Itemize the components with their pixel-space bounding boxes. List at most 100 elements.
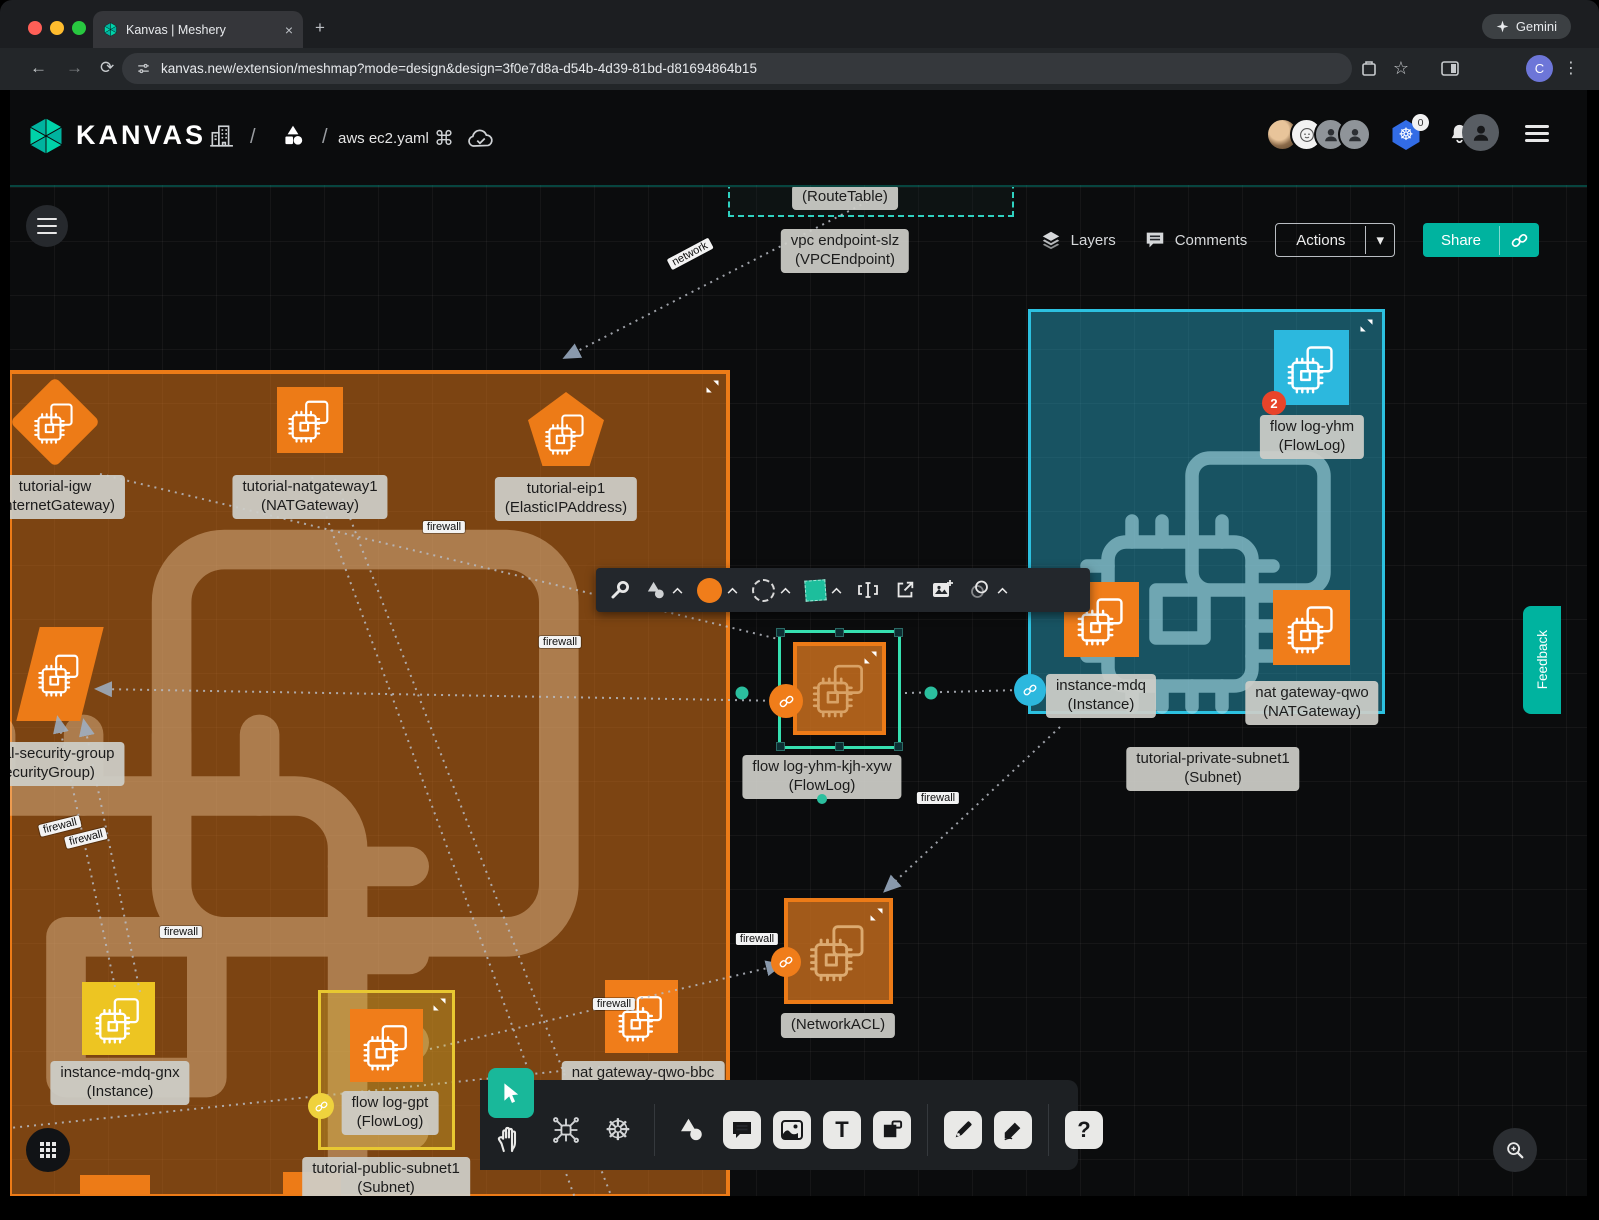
address-bar[interactable]: kanvas.new/extension/meshmap?mode=design… <box>122 53 1352 84</box>
edge-label-firewall[interactable]: firewall <box>917 792 959 804</box>
node-natgw-bbc[interactable] <box>605 980 678 1053</box>
resize-handle-icon[interactable] <box>1359 318 1374 333</box>
window-minimize-button[interactable] <box>50 21 64 35</box>
node-label-public-subnet[interactable]: tutorial-public-subnet1(Subnet) <box>302 1157 470 1198</box>
chevron-up-icon[interactable] <box>831 587 842 594</box>
layers-button[interactable]: Layers <box>1040 229 1116 251</box>
node-label-instance-mdq[interactable]: instance-mdq(Instance) <box>1046 674 1156 718</box>
resize-handle-icon[interactable] <box>705 379 720 394</box>
design-file-name[interactable]: aws ec2.yaml <box>338 130 429 147</box>
note-tool-button[interactable] <box>873 1111 911 1149</box>
command-shortcut-icon[interactable]: ⌘ <box>434 126 454 151</box>
node-label-igw[interactable]: tutorial-igw(InternetGateway) <box>0 475 125 519</box>
image-tool-button[interactable] <box>773 1111 811 1149</box>
kanvas-logo[interactable] <box>26 116 66 156</box>
node-label-flow-log-yhm[interactable]: flow log-yhm(FlowLog) <box>1260 415 1364 459</box>
pan-tool-button[interactable] <box>494 1124 524 1159</box>
select-tool-button[interactable] <box>488 1068 534 1118</box>
shape-color-tool[interactable] <box>805 580 842 601</box>
edge-handle-orange-2[interactable] <box>771 947 801 977</box>
tab-close-icon[interactable]: × <box>285 22 293 38</box>
sketch-tool-button[interactable] <box>994 1111 1032 1149</box>
edge-label-firewall[interactable]: firewall <box>423 521 465 533</box>
node-label-private-subnet[interactable]: tutorial-private-subnet1(Subnet) <box>1126 747 1299 791</box>
node-instance-gnx[interactable] <box>82 982 155 1055</box>
shapes-tool[interactable] <box>644 579 683 602</box>
node-label-network-acl[interactable]: (NetworkACL) <box>781 1013 895 1038</box>
node-network-acl[interactable] <box>784 898 893 1004</box>
widgets-grid-button[interactable] <box>26 1128 70 1172</box>
lasso-tool[interactable] <box>968 578 1008 602</box>
chevron-up-icon[interactable] <box>727 587 738 594</box>
browser-tab[interactable]: Kanvas | Meshery × <box>93 11 303 48</box>
kubernetes-tool-button[interactable]: ☸ <box>598 1110 638 1150</box>
side-panel-icon[interactable] <box>1441 61 1459 77</box>
chevron-up-icon[interactable] <box>780 587 791 594</box>
selection-dot-bottom[interactable] <box>817 794 827 804</box>
add-image-icon[interactable] <box>930 578 954 602</box>
node-label-route-table[interactable]: (RouteTable) <box>792 185 898 210</box>
edge-label-firewall[interactable]: firewall <box>539 636 581 648</box>
zoom-button[interactable] <box>1493 1128 1537 1172</box>
actions-dropdown[interactable]: Actions ▾ <box>1275 223 1395 257</box>
node-label-natgateway1[interactable]: tutorial-natgateway1(NATGateway) <box>232 475 387 519</box>
workspace-shapes-icon[interactable] <box>280 123 306 149</box>
chevron-up-icon[interactable] <box>997 587 1008 594</box>
tools-wrench-icon[interactable] <box>610 580 630 600</box>
window-close-button[interactable] <box>28 21 42 35</box>
node-flow-log-selected[interactable] <box>793 642 886 735</box>
node-natgw-qwo[interactable] <box>1273 590 1350 665</box>
new-tab-button[interactable]: + <box>315 18 325 38</box>
border-style-tool[interactable] <box>752 579 791 602</box>
edge-handle-cyan[interactable] <box>1014 674 1046 706</box>
environment-k8s-button[interactable]: ☸ 0 <box>1391 120 1421 150</box>
node-label-natgw-qwo[interactable]: nat gateway-qwo(NATGateway) <box>1245 681 1378 725</box>
edge-handle-yellow[interactable] <box>308 1093 334 1119</box>
canvas-menu-button[interactable] <box>26 205 68 247</box>
chevron-up-icon[interactable] <box>672 587 683 594</box>
design-canvas[interactable]: (RouteTable) vpc endpoint-slz(VPCEndpoin… <box>0 185 1599 1198</box>
node-flow-log-yhm[interactable] <box>1274 330 1349 405</box>
comment-tool-button[interactable] <box>723 1111 761 1149</box>
bookmark-star-icon[interactable]: ☆ <box>1393 58 1409 79</box>
reload-button[interactable]: ⟳ <box>100 58 114 78</box>
comments-button[interactable]: Comments <box>1144 229 1248 251</box>
edge-label-firewall[interactable]: firewall <box>160 926 202 938</box>
gemini-button[interactable]: Gemini <box>1482 14 1571 39</box>
notification-badge[interactable]: 2 <box>1262 391 1286 415</box>
edge-label-network[interactable]: network <box>667 238 714 270</box>
browser-profile-avatar[interactable]: C <box>1526 55 1553 82</box>
node-label-eip1[interactable]: tutorial-eip1(ElasticIPAddress) <box>495 477 637 521</box>
edge-handle-orange[interactable] <box>769 684 803 718</box>
resize-handle-icon[interactable] <box>432 997 447 1012</box>
copy-link-icon[interactable] <box>1499 226 1539 255</box>
header-menu-icon[interactable] <box>1525 121 1549 146</box>
fill-color-tool[interactable] <box>697 578 738 603</box>
edge-label-firewall[interactable]: firewall <box>593 998 635 1010</box>
components-tool-button[interactable] <box>546 1110 586 1150</box>
node-clipped-bottom-1[interactable] <box>80 1175 150 1198</box>
node-label-security-group[interactable]: tutorial-security-group(SecurityGroup) <box>0 742 125 786</box>
selection-dot-right[interactable] <box>925 687 938 700</box>
node-label-flow-log-gpt[interactable]: flow log-gpt(FlowLog) <box>342 1091 439 1135</box>
share-button[interactable]: Share <box>1423 223 1539 257</box>
edge-pen-tool-button[interactable] <box>944 1111 982 1149</box>
node-label-instance-gnx[interactable]: instance-mdq-gnx(Instance) <box>50 1061 189 1105</box>
window-zoom-button[interactable] <box>72 21 86 35</box>
text-tool-button[interactable]: T <box>823 1111 861 1149</box>
help-button[interactable]: ? <box>1065 1111 1103 1149</box>
node-label-vpc-endpoint[interactable]: vpc endpoint-slz(VPCEndpoint) <box>781 229 909 273</box>
actions-caret[interactable]: ▾ <box>1365 226 1394 254</box>
browser-menu-icon[interactable]: ⋮ <box>1563 58 1579 78</box>
open-external-icon[interactable] <box>894 579 916 601</box>
rename-text-icon[interactable] <box>856 578 880 602</box>
forward-button[interactable]: → <box>66 58 83 78</box>
collaborator-avatar-4[interactable] <box>1338 118 1371 151</box>
organization-icon[interactable] <box>208 123 234 149</box>
resize-handle-icon[interactable] <box>869 907 884 922</box>
node-label-flow-log-selected[interactable]: flow log-yhm-kjh-xyw(FlowLog) <box>742 755 901 799</box>
resize-handle-icon[interactable] <box>863 650 878 665</box>
node-natgateway1[interactable] <box>277 387 343 453</box>
back-button[interactable]: ← <box>30 58 47 78</box>
edge-label-firewall[interactable]: firewall <box>736 933 778 945</box>
